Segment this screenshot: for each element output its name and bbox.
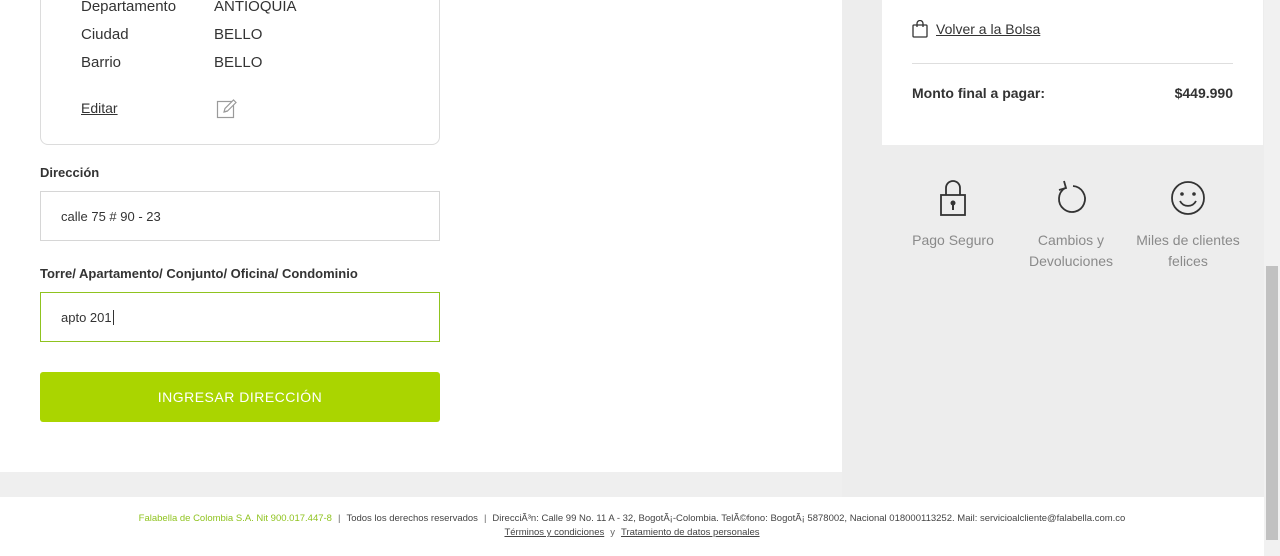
back-to-bag-label: Volver a la Bolsa [936,21,1041,37]
city-value: BELLO [214,26,263,43]
order-summary-box: Volver a la Bolsa Monto final a pagar: $… [882,0,1263,145]
padlock-icon [940,180,966,216]
return-arrow-icon [1058,180,1086,213]
edit-address-link[interactable]: Editar [81,100,118,116]
summary-divider [912,63,1233,64]
footer-company: Falabella de Colombia S.A. Nit 900.017.4… [138,513,332,524]
neighborhood-label: Barrio [81,54,122,71]
department-label: Departamento [81,0,177,15]
secure-payment-badge: Pago Seguro [893,178,1013,251]
unit-field-label: Torre/ Apartamento/ Conjunto/ Oficina/ C… [40,266,358,281]
submit-address-button[interactable]: INGRESAR DIRECCIÓN [40,372,440,422]
footer-legal-line: Falabella de Colombia S.A. Nit 900.017.4… [138,513,1126,524]
privacy-link[interactable]: Tratamiento de datos personales [621,527,760,538]
shopping-bag-icon [912,20,928,38]
footer-contact: DirecciÃ³n: Calle 99 No. 11 A - 32, Bogo… [492,513,1126,524]
checkout-form-panel: Departamento ANTIOQUIA Ciudad BELLO Barr… [0,0,842,472]
vertical-scrollbar[interactable] [1264,0,1280,556]
unit-input[interactable]: apto 201 [40,292,440,342]
address-field-label: Dirección [40,165,100,180]
department-value: ANTIOQUIA [214,0,297,15]
city-label: Ciudad [81,26,129,43]
section-divider-strip [0,472,842,497]
terms-link[interactable]: Términos y condiciones [504,527,604,538]
footer-rights: Todos los derechos reservados [346,513,478,524]
page-footer: Falabella de Colombia S.A. Nit 900.017.4… [0,497,1264,556]
total-label: Monto final a pagar: [912,85,1045,101]
secure-payment-label: Pago Seguro [912,232,994,248]
footer-links: Términos y condiciones y Tratamiento de da… [0,527,1264,538]
total-value: $449.990 [1174,85,1233,101]
returns-label: Cambios y Devoluciones [1028,232,1114,269]
back-to-bag-link[interactable]: Volver a la Bolsa [912,20,1040,38]
submit-address-label: INGRESAR DIRECCIÓN [157,389,323,405]
edit-pencil-icon[interactable] [216,98,238,120]
address-input-value: calle 75 # 90 - 23 [61,208,161,224]
neighborhood-value: BELLO [214,54,263,71]
smiley-face-icon [1171,181,1205,215]
address-input[interactable]: calle 75 # 90 - 23 [40,191,440,241]
returns-badge: Cambios y Devoluciones [1011,178,1131,272]
address-summary-card [40,0,440,145]
happy-customers-label: Miles de clientes felices [1136,232,1240,269]
footer-and: y [610,527,615,538]
text-caret [112,309,114,325]
unit-input-value: apto 201 [61,309,112,325]
scrollbar-thumb[interactable] [1266,266,1278,540]
happy-customers-badge: Miles de clientes felices [1128,178,1248,272]
